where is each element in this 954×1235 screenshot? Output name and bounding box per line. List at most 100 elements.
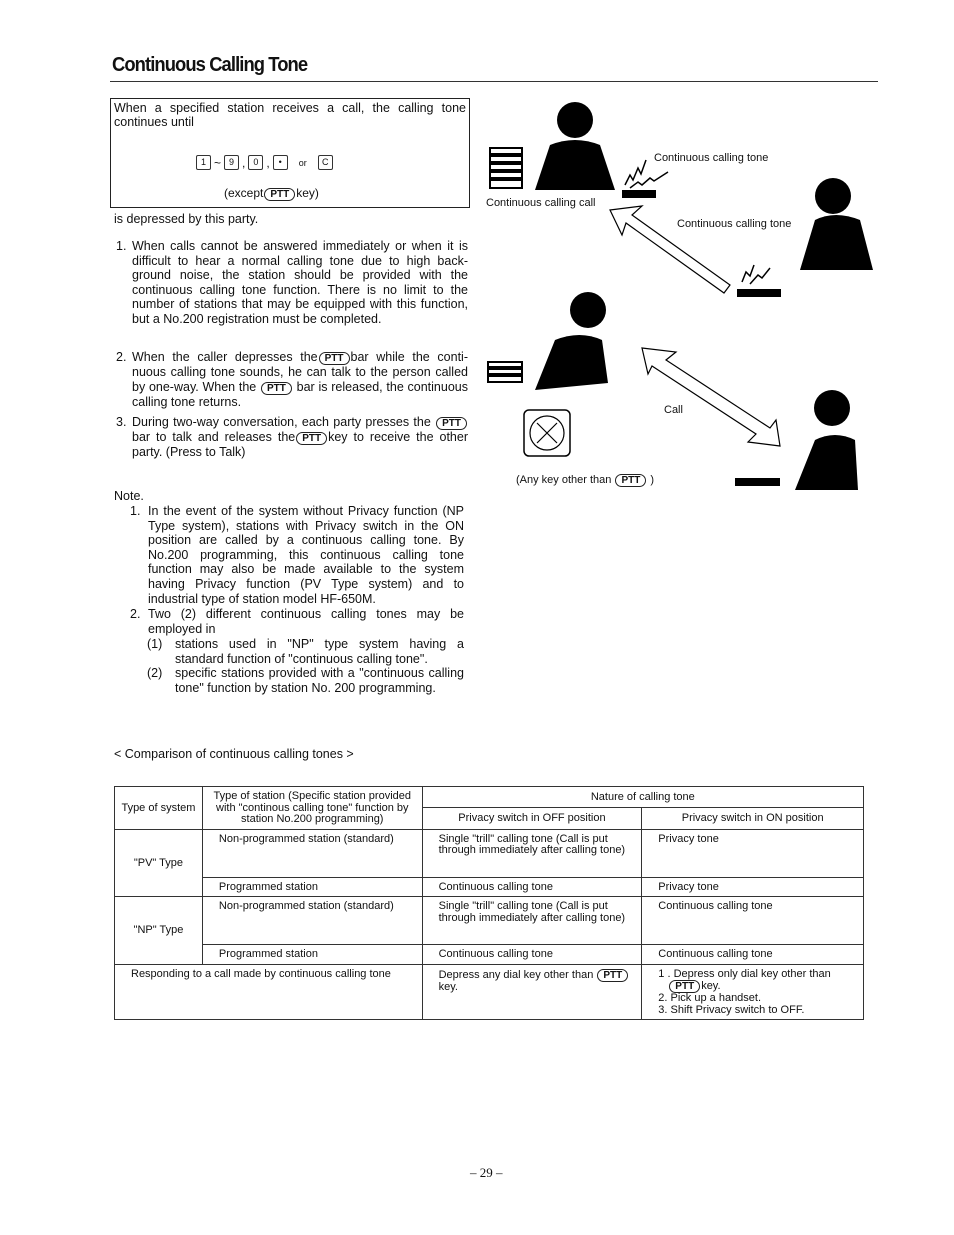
- except-prefix: (except: [224, 186, 264, 200]
- sub-number: (1): [147, 637, 163, 651]
- key-dot-icon: •: [272, 155, 288, 170]
- list-item: 2. When the caller depresses the PTT bar w…: [116, 350, 468, 409]
- cell-station: Programmed station: [201, 876, 423, 897]
- text-part: During two-way conversation, each party …: [132, 415, 431, 429]
- cell-on: Continuous calling tone: [641, 944, 864, 965]
- table-row-response: Responding to a call made by continuous …: [114, 963, 864, 1020]
- header-nature: Nature of calling tone: [421, 785, 865, 809]
- label-call-origin: Continuous calling call: [486, 197, 596, 209]
- comparison-heading: < Comparison of continuous calling tones…: [114, 747, 354, 761]
- label-suffix: ): [650, 474, 655, 486]
- label-call: Call: [664, 404, 683, 416]
- cell-system: "PV" Type: [114, 828, 203, 897]
- comma: ,: [242, 155, 246, 170]
- except-note: (except PTT key): [224, 186, 319, 201]
- step-1: 1 . Depress only dial key other than: [658, 967, 831, 980]
- note-number: 1.: [130, 504, 141, 518]
- tone-zigzag-icon: [741, 264, 771, 285]
- key-1-icon: 1: [196, 155, 211, 170]
- note-item: 2. Two (2) different continuous calling …: [130, 607, 464, 636]
- sub-text: stations used in "NP" type system having…: [175, 637, 464, 666]
- note-text: In the event of the system without Priva…: [148, 504, 464, 606]
- person-caller-icon: [535, 102, 615, 190]
- cell-response-on: 1 . Depress only dial key other than PTT…: [641, 963, 864, 1020]
- person-receiver-1-icon: [800, 178, 873, 270]
- title-rule: [110, 81, 878, 82]
- step-3: 3. Shift Privacy switch to OFF.: [658, 1003, 805, 1016]
- cell-station: Non-programmed station (standard): [201, 896, 423, 945]
- item-text: When calls cannot be answered immediatel…: [132, 239, 468, 326]
- table-row: "PV" Type Non-programmed station (standa…: [114, 828, 864, 897]
- cell-off: Single "trill" calling tone (Call is put…: [421, 828, 643, 878]
- cell-off: Continuous calling tone: [421, 876, 643, 897]
- tilde: ~: [214, 155, 222, 170]
- page-number: – 29 –: [470, 1165, 503, 1180]
- text-part: When the caller depresses the: [132, 350, 318, 364]
- text-part: key.: [701, 980, 721, 992]
- label-prefix: (Any key other than: [516, 474, 612, 486]
- ptt-key-icon: PTT: [436, 417, 467, 430]
- cell-off: Single "trill" calling tone (Call is put…: [421, 896, 643, 945]
- list-item: 3. During two-way conversation, each par…: [116, 415, 468, 460]
- text-part: Depress any dial key other than: [438, 968, 594, 981]
- cell-on: Privacy tone: [641, 876, 864, 897]
- note-sub-item: (2) specific stations provided with a "c…: [147, 666, 464, 695]
- note-sub-item: (1) stations used in "NP" type system ha…: [147, 637, 464, 666]
- note-number: 2.: [130, 607, 141, 621]
- key-sequence: 1 ~ 9 , 0 , • or C: [196, 155, 333, 170]
- cell-on: Continuous calling tone: [641, 896, 864, 945]
- header-off: Privacy switch in OFF position: [421, 807, 643, 830]
- key-9-icon: 9: [224, 155, 240, 170]
- speaker-bar-icon: [735, 478, 780, 486]
- speaker-bar-icon: [737, 289, 781, 297]
- ptt-key-icon: PTT: [318, 352, 350, 365]
- ptt-key-icon: PTT: [296, 432, 328, 445]
- except-suffix: key): [296, 186, 319, 200]
- phone-stack-icon: [487, 361, 523, 383]
- table-row: Programmed station Continuous calling to…: [115, 876, 864, 897]
- cell-system: "NP" Type: [114, 896, 203, 965]
- key-0-icon: 0: [248, 155, 264, 170]
- cell-response-off: Depress any dial key other than PTT key.: [421, 963, 643, 1020]
- item-number: 2.: [116, 350, 127, 364]
- dial-key-x-icon: [523, 409, 571, 457]
- sub-text: specific stations provided with a "conti…: [175, 666, 464, 695]
- label-tone-2: Continuous calling tone: [677, 218, 792, 230]
- item-text: During two-way conversation, each party …: [132, 415, 468, 460]
- intro-text: When a specified station receives a call…: [114, 101, 466, 129]
- comma: ,: [266, 155, 270, 170]
- cell-off: Continuous calling tone: [421, 944, 643, 965]
- cell-response-label: Responding to a call made by continuous …: [114, 963, 423, 1020]
- header-system: Type of system: [114, 786, 203, 830]
- item-text: When the caller depresses the PTT bar whil…: [132, 350, 468, 409]
- cell-on: Privacy tone: [641, 828, 864, 878]
- ptt-key-icon: PTT: [261, 381, 292, 395]
- label-any-key: (Any key other than PTT ): [516, 474, 654, 487]
- cell-station: Non-programmed station (standard): [201, 828, 423, 878]
- ptt-key-icon: PTT: [597, 968, 629, 982]
- comparison-table: Type of system Type of station (Specific…: [114, 785, 865, 1020]
- list-item: 1. When calls cannot be answered immedia…: [116, 239, 468, 327]
- table-header-row: Type of system Type of station (Specific…: [114, 785, 865, 830]
- text-part: key.: [438, 980, 458, 993]
- table-row: "NP" Type Non-programmed station (standa…: [114, 896, 864, 965]
- person-caller-2-icon: [535, 292, 608, 390]
- ptt-key-icon: PTT: [615, 474, 647, 487]
- header-station: Type of station (Specific station provid…: [201, 786, 423, 830]
- arrow-two-way-icon: [641, 347, 781, 447]
- item-number: 1.: [116, 239, 127, 253]
- text-part: bar to talk and releases the: [132, 430, 296, 444]
- phone-stack-icon: [489, 147, 523, 189]
- step-2: 2. Pick up a handset.: [658, 992, 762, 1004]
- speaker-bar-icon: [622, 190, 656, 198]
- header-on: Privacy switch in ON position: [641, 807, 864, 830]
- or-text: or: [298, 157, 307, 168]
- person-receiver-2-icon: [795, 390, 858, 490]
- tone-zigzag-icon: [624, 159, 669, 189]
- note-heading: Note.: [114, 489, 144, 503]
- key-c-icon: C: [317, 155, 333, 170]
- ptt-key-icon: PTT: [264, 188, 296, 201]
- item-number: 3.: [116, 415, 127, 429]
- sub-number: (2): [147, 666, 163, 680]
- page-title: Continuous Calling Tone: [112, 54, 308, 76]
